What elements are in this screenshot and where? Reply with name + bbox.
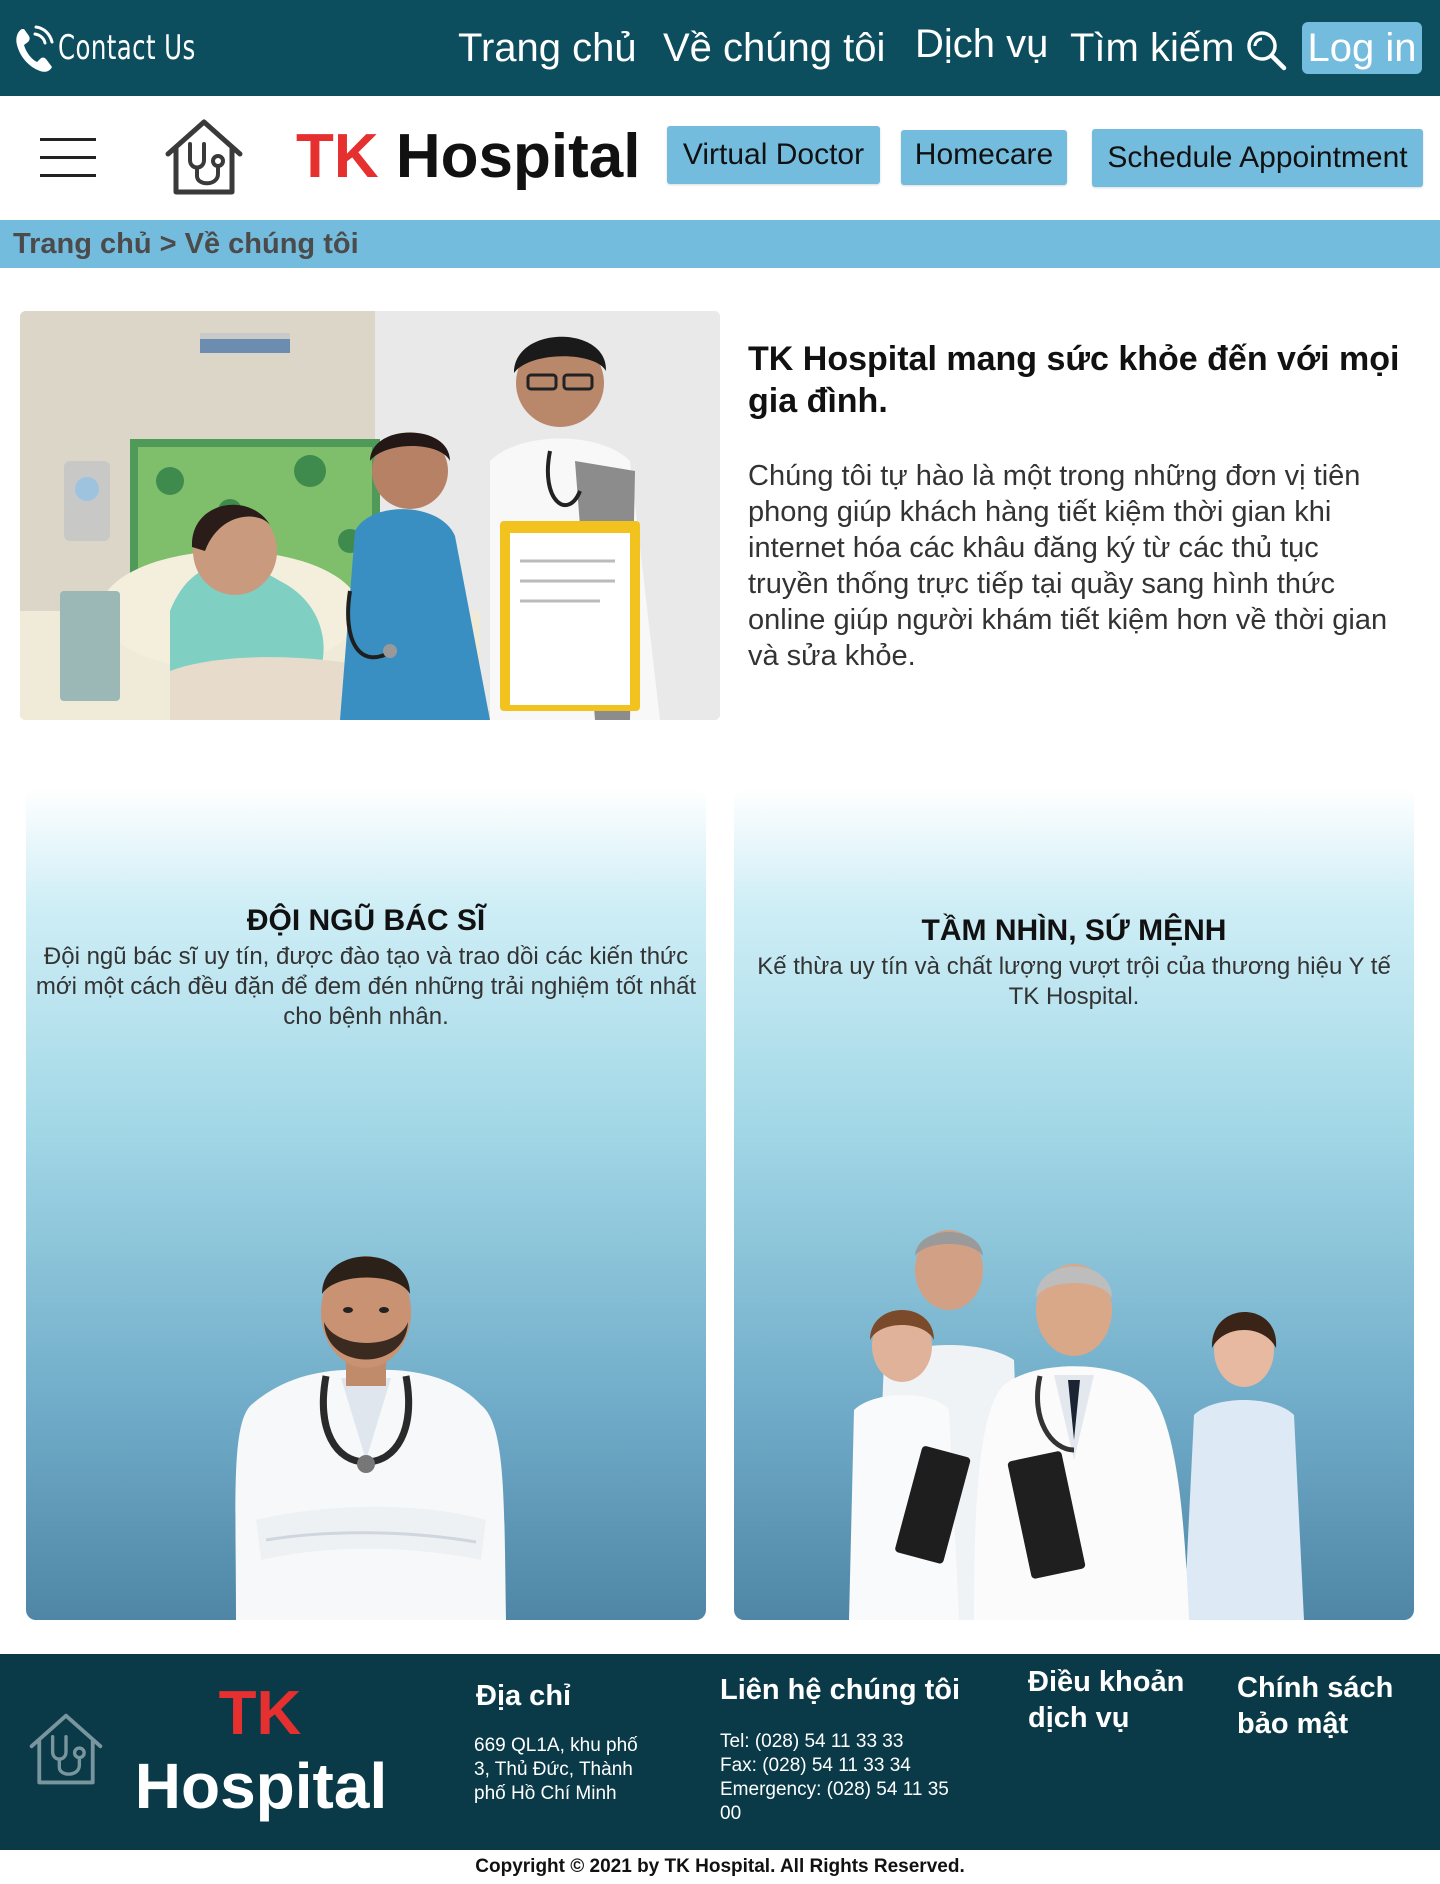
hero-image-doctors-and-patient xyxy=(20,311,720,720)
doctor-team-title: ĐỘI NGŨ BÁC SĨ xyxy=(246,904,486,937)
vision-mission-description: Kế thừa uy tín và chất lượng vượt trội c… xyxy=(757,953,1391,1010)
footer-emergency[interactable]: Emergency: (028) 54 11 35 xyxy=(720,1778,949,1802)
virtual-doctor-button[interactable]: Virtual Doctor xyxy=(667,126,880,184)
hospital-logo-icon[interactable] xyxy=(160,114,248,202)
footer-privacy-line-1[interactable]: Chính sách xyxy=(1237,1670,1393,1706)
brand-name[interactable]: TK Hospital xyxy=(296,122,640,192)
hero-description: Chúng tôi tự hào là một trong những đơn … xyxy=(748,460,1388,672)
site-footer: TK Hospital Địa chỉ 669 QL1A, khu phố 3,… xyxy=(0,1654,1440,1850)
footer-tel[interactable]: Tel: (028) 54 11 33 33 xyxy=(720,1730,903,1754)
site-header: TK Hospital Virtual Doctor Homecare Sche… xyxy=(0,96,1440,220)
doctor-photo xyxy=(235,1256,506,1620)
nav-home[interactable]: Trang chủ xyxy=(458,20,637,76)
brand-hospital: Hospital xyxy=(395,122,641,191)
footer-contact-heading[interactable]: Liên hệ chúng tôi xyxy=(720,1672,960,1708)
footer-hospital-logo-icon[interactable] xyxy=(24,1708,108,1792)
footer-privacy-line-2[interactable]: bảo mật xyxy=(1237,1706,1348,1742)
footer-address-heading: Địa chỉ xyxy=(476,1680,572,1712)
contact-us-label: Contact Us xyxy=(58,28,196,68)
brand-tk: TK xyxy=(296,122,379,191)
footer-fax: Fax: (028) 54 11 33 34 xyxy=(720,1755,911,1776)
vision-mission-card[interactable]: TẦM NHÌN, SỨ MỆNH Kế thừa uy tín và chất… xyxy=(734,788,1414,1620)
footer-brand-hospital: Hospital xyxy=(134,1750,388,1822)
footer-brand-tk: TK xyxy=(218,1679,302,1748)
nav-about-us[interactable]: Về chúng tôi xyxy=(663,20,885,76)
footer-address-line-3: phố Hồ Chí Minh xyxy=(474,1783,617,1804)
footer-terms-line-1[interactable]: Điều khoản xyxy=(1028,1664,1184,1700)
hero-title: TK Hospital mang sức khỏe đến với mọi gi… xyxy=(748,340,1400,420)
footer-address-line-1: 669 QL1A, khu phố xyxy=(474,1735,638,1756)
doctor-team-card[interactable]: ĐỘI NGŨ BÁC SĨ Đội ngũ bác sĩ uy tín, đư… xyxy=(26,788,706,1620)
search-icon[interactable] xyxy=(1244,28,1288,72)
contact-us-link[interactable]: Contact Us xyxy=(12,18,230,78)
phone-icon xyxy=(16,25,54,72)
homecare-button[interactable]: Homecare xyxy=(901,130,1067,185)
login-button[interactable]: Log in xyxy=(1302,22,1422,74)
medical-team-photo xyxy=(849,1230,1304,1620)
footer-emergency-cont: 00 xyxy=(720,1803,742,1824)
doctor-team-description: Đội ngũ bác sĩ uy tín, được đào tạo và t… xyxy=(35,943,697,1030)
copyright-text: Copyright © 2021 by TK Hospital. All Rig… xyxy=(475,1856,965,1877)
top-bar: Contact Us Trang chủ Về chúng tôi Dịch v… xyxy=(0,0,1440,96)
breadcrumb: Trang chủ > Về chúng tôi xyxy=(0,220,1440,268)
nav-services[interactable]: Dịch vụ xyxy=(915,16,1048,72)
footer-address-line-2: 3, Thủ Đức, Thành xyxy=(474,1759,633,1780)
footer-terms-line-2[interactable]: dịch vụ xyxy=(1028,1700,1130,1736)
vision-mission-title: TẦM NHÌN, SỨ MỆNH xyxy=(921,914,1227,947)
menu-icon[interactable] xyxy=(40,136,96,180)
schedule-appointment-button[interactable]: Schedule Appointment xyxy=(1092,129,1423,187)
nav-search[interactable]: Tìm kiếm xyxy=(1070,20,1234,76)
